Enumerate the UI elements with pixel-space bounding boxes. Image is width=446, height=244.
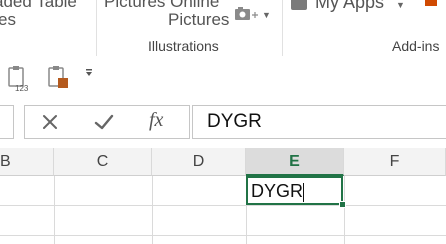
column-header-f[interactable]: F xyxy=(344,148,446,176)
active-cell-e[interactable]: DYGR xyxy=(246,176,343,205)
my-apps-button[interactable]: My Apps xyxy=(315,0,384,13)
paste-formatting-icon[interactable] xyxy=(46,66,72,92)
ribbon-partial-label-es[interactable]: es xyxy=(0,10,16,30)
column-header-label: E xyxy=(289,153,300,170)
column-header-label: B xyxy=(0,153,11,170)
group-divider xyxy=(282,0,283,56)
column-gridline xyxy=(344,176,345,244)
ribbon: aded Table es Pictures Online Pictures ▼… xyxy=(0,0,446,61)
column-header-d[interactable]: D xyxy=(152,148,246,176)
fill-handle[interactable] xyxy=(339,201,346,208)
my-apps-dropdown-icon[interactable]: ▼ xyxy=(396,0,405,10)
paste-values-icon[interactable]: 123 xyxy=(6,66,32,93)
group-label-addins: Add-ins xyxy=(392,38,440,54)
column-header-label: C xyxy=(96,153,109,170)
column-gridline xyxy=(152,176,153,244)
name-box[interactable] xyxy=(0,105,14,139)
formula-actions: fx xyxy=(24,105,190,139)
store-icon[interactable] xyxy=(290,0,308,12)
formula-input-text: DYGR xyxy=(207,111,262,132)
group-divider xyxy=(96,0,97,56)
text-cursor xyxy=(303,183,304,202)
formula-bar: fx DYGR xyxy=(0,96,446,149)
quick-access-toolbar: 123 xyxy=(0,60,446,96)
column-header-label: F xyxy=(389,153,400,170)
cancel-x-icon[interactable] xyxy=(41,113,59,131)
worksheet-grid[interactable]: B C D E F DYGR xyxy=(0,148,446,244)
formula-input[interactable]: DYGR xyxy=(192,105,446,139)
dropdown-arrow-icon[interactable]: ▼ xyxy=(262,10,271,20)
insert-function-button[interactable]: fx xyxy=(149,109,163,132)
screenshot-icon[interactable] xyxy=(234,6,258,24)
row-gridline xyxy=(0,235,446,236)
customize-qat-icon[interactable] xyxy=(84,68,94,81)
enter-check-icon[interactable] xyxy=(93,113,115,131)
active-cell-text: DYGR xyxy=(251,181,304,201)
column-header-c[interactable]: C xyxy=(54,148,152,176)
column-gridline xyxy=(54,176,55,244)
column-header-b[interactable]: B xyxy=(0,148,54,176)
addin-icon[interactable] xyxy=(424,0,438,12)
group-label-illustrations: Illustrations xyxy=(148,38,219,54)
column-header-e[interactable]: E xyxy=(246,148,344,176)
svg-text:123: 123 xyxy=(15,84,29,92)
column-header-label: D xyxy=(192,153,205,170)
row-gridline xyxy=(0,205,446,206)
pictures-button[interactable]: Pictures xyxy=(168,10,229,30)
